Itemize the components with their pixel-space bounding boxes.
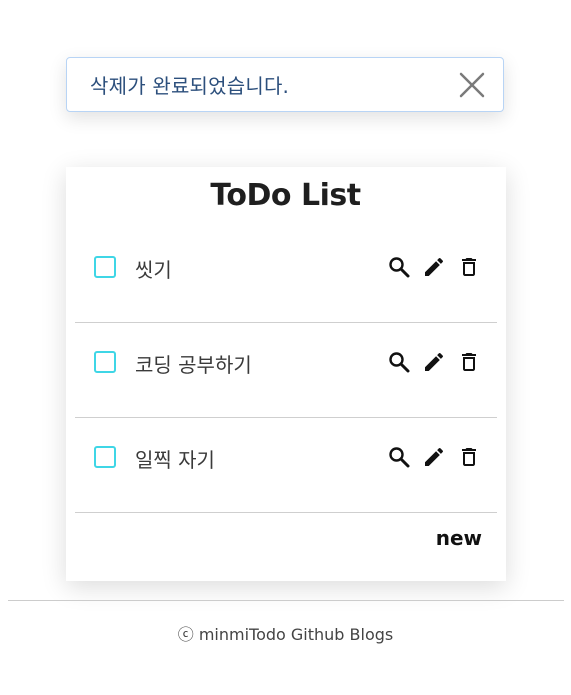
search-icon[interactable] (386, 349, 411, 374)
new-todo-link[interactable]: new (436, 526, 482, 550)
todo-item: 코딩 공부하기 (75, 323, 497, 418)
search-icon[interactable] (386, 444, 411, 469)
todo-item: 씻기 (75, 228, 497, 323)
search-icon[interactable] (386, 254, 411, 279)
trash-icon[interactable] (456, 254, 481, 279)
todo-label: 씻기 (135, 258, 172, 282)
todo-checkbox[interactable] (94, 256, 116, 278)
todo-checkbox[interactable] (94, 351, 116, 373)
close-icon[interactable] (459, 72, 485, 98)
todo-list: 씻기 코딩 공부하기 일찍 자기 (75, 228, 497, 513)
footer-divider (8, 600, 564, 601)
todo-label: 코딩 공부하기 (135, 353, 252, 377)
todo-checkbox[interactable] (94, 446, 116, 468)
todo-actions (386, 349, 481, 374)
toast-message: 삭제가 완료되었습니다. (90, 74, 290, 98)
todo-label: 일찍 자기 (135, 448, 215, 472)
trash-icon[interactable] (456, 349, 481, 374)
toast-notification: 삭제가 완료되었습니다. (66, 57, 504, 112)
page: 삭제가 완료되었습니다. ToDo List 씻기 코딩 공부하기 일찍 자기 … (0, 0, 571, 695)
pencil-icon[interactable] (421, 254, 446, 279)
trash-icon[interactable] (456, 444, 481, 469)
card-title: ToDo List (210, 178, 361, 213)
todo-actions (386, 444, 481, 469)
todo-item: 일찍 자기 (75, 418, 497, 513)
todo-actions (386, 254, 481, 279)
pencil-icon[interactable] (421, 444, 446, 469)
pencil-icon[interactable] (421, 349, 446, 374)
footer-text: ⓒ minmiTodo Github Blogs (177, 625, 394, 644)
